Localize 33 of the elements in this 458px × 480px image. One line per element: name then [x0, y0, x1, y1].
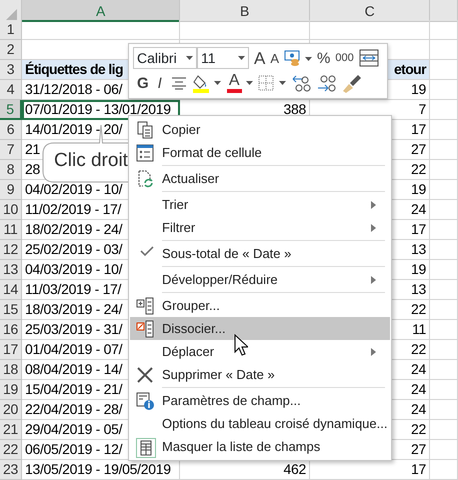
row-header[interactable]: 5: [0, 100, 22, 120]
row-header[interactable]: 2: [0, 40, 22, 60]
column-header[interactable]: B: [180, 0, 310, 22]
row-header[interactable]: 1: [0, 20, 22, 40]
row-header[interactable]: 17: [0, 340, 22, 360]
row-header[interactable]: 11: [0, 220, 22, 240]
row-header[interactable]: 6: [0, 120, 22, 140]
row-header[interactable]: 9: [0, 180, 22, 200]
row-header[interactable]: 22: [0, 440, 22, 460]
row-header[interactable]: 19: [0, 380, 22, 400]
row-header[interactable]: 23: [0, 460, 22, 480]
row-header[interactable]: 14: [0, 280, 22, 300]
row-header[interactable]: 13: [0, 260, 22, 280]
row-header[interactable]: 3: [0, 60, 22, 80]
row-header[interactable]: 16: [0, 320, 22, 340]
active-cell[interactable]: 07/01/2019 - 13/01/2019: [22, 100, 180, 120]
font-color-button[interactable]: A: [226, 73, 253, 93]
column-header[interactable]: A: [22, 0, 180, 22]
menu-item[interactable]: Dissocier...: [130, 317, 390, 340]
font-name-dropdown[interactable]: Calibri: [133, 47, 197, 69]
row-header[interactable]: 10: [0, 200, 22, 220]
row-header[interactable]: 15: [0, 300, 22, 320]
row-header[interactable]: 4: [0, 80, 22, 100]
row-header[interactable]: 8: [0, 160, 22, 180]
column-header[interactable]: C: [310, 0, 430, 22]
font-size-dropdown[interactable]: 11: [197, 47, 249, 69]
row-header[interactable]: 12: [0, 240, 22, 260]
row-header[interactable]: 18: [0, 360, 22, 380]
row-header[interactable]: 7: [0, 140, 22, 160]
row-header[interactable]: 20: [0, 400, 22, 420]
grow-font-button[interactable]: A: [254, 50, 266, 66]
shrink-font-button[interactable]: A: [270, 52, 280, 64]
row-header[interactable]: 21: [0, 420, 22, 440]
